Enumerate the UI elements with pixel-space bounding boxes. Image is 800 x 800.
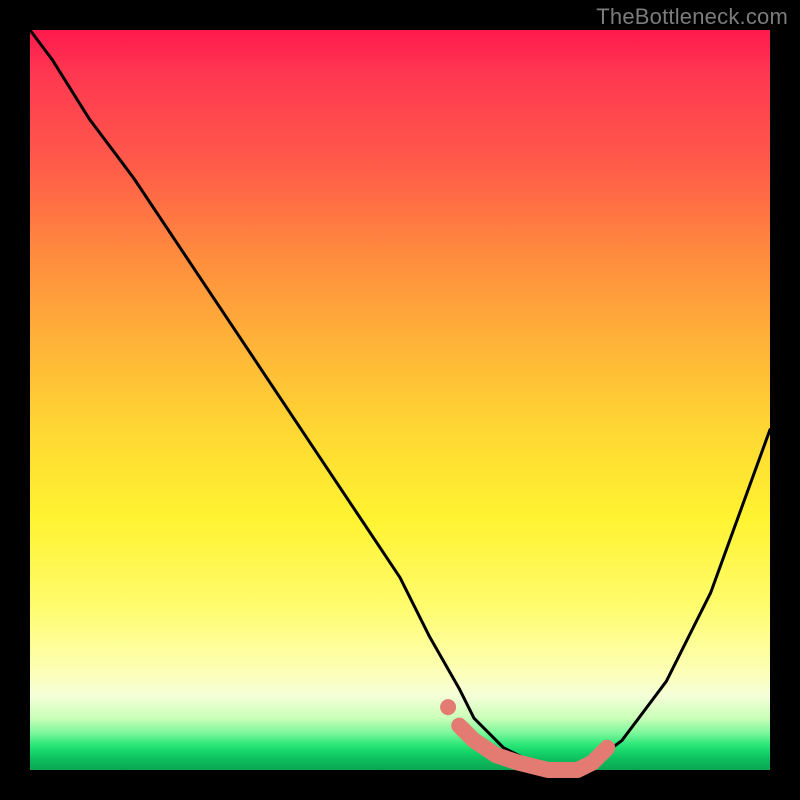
- chart-svg: [30, 30, 770, 770]
- optimal-dot: [440, 699, 456, 715]
- bottleneck-curve-line: [30, 30, 770, 770]
- watermark-text: TheBottleneck.com: [596, 4, 788, 30]
- chart-frame: TheBottleneck.com: [0, 0, 800, 800]
- optimal-range-highlight: [459, 726, 607, 770]
- optimal-dot: [455, 721, 471, 737]
- curve-layer: [30, 30, 770, 770]
- plot-area: [30, 30, 770, 770]
